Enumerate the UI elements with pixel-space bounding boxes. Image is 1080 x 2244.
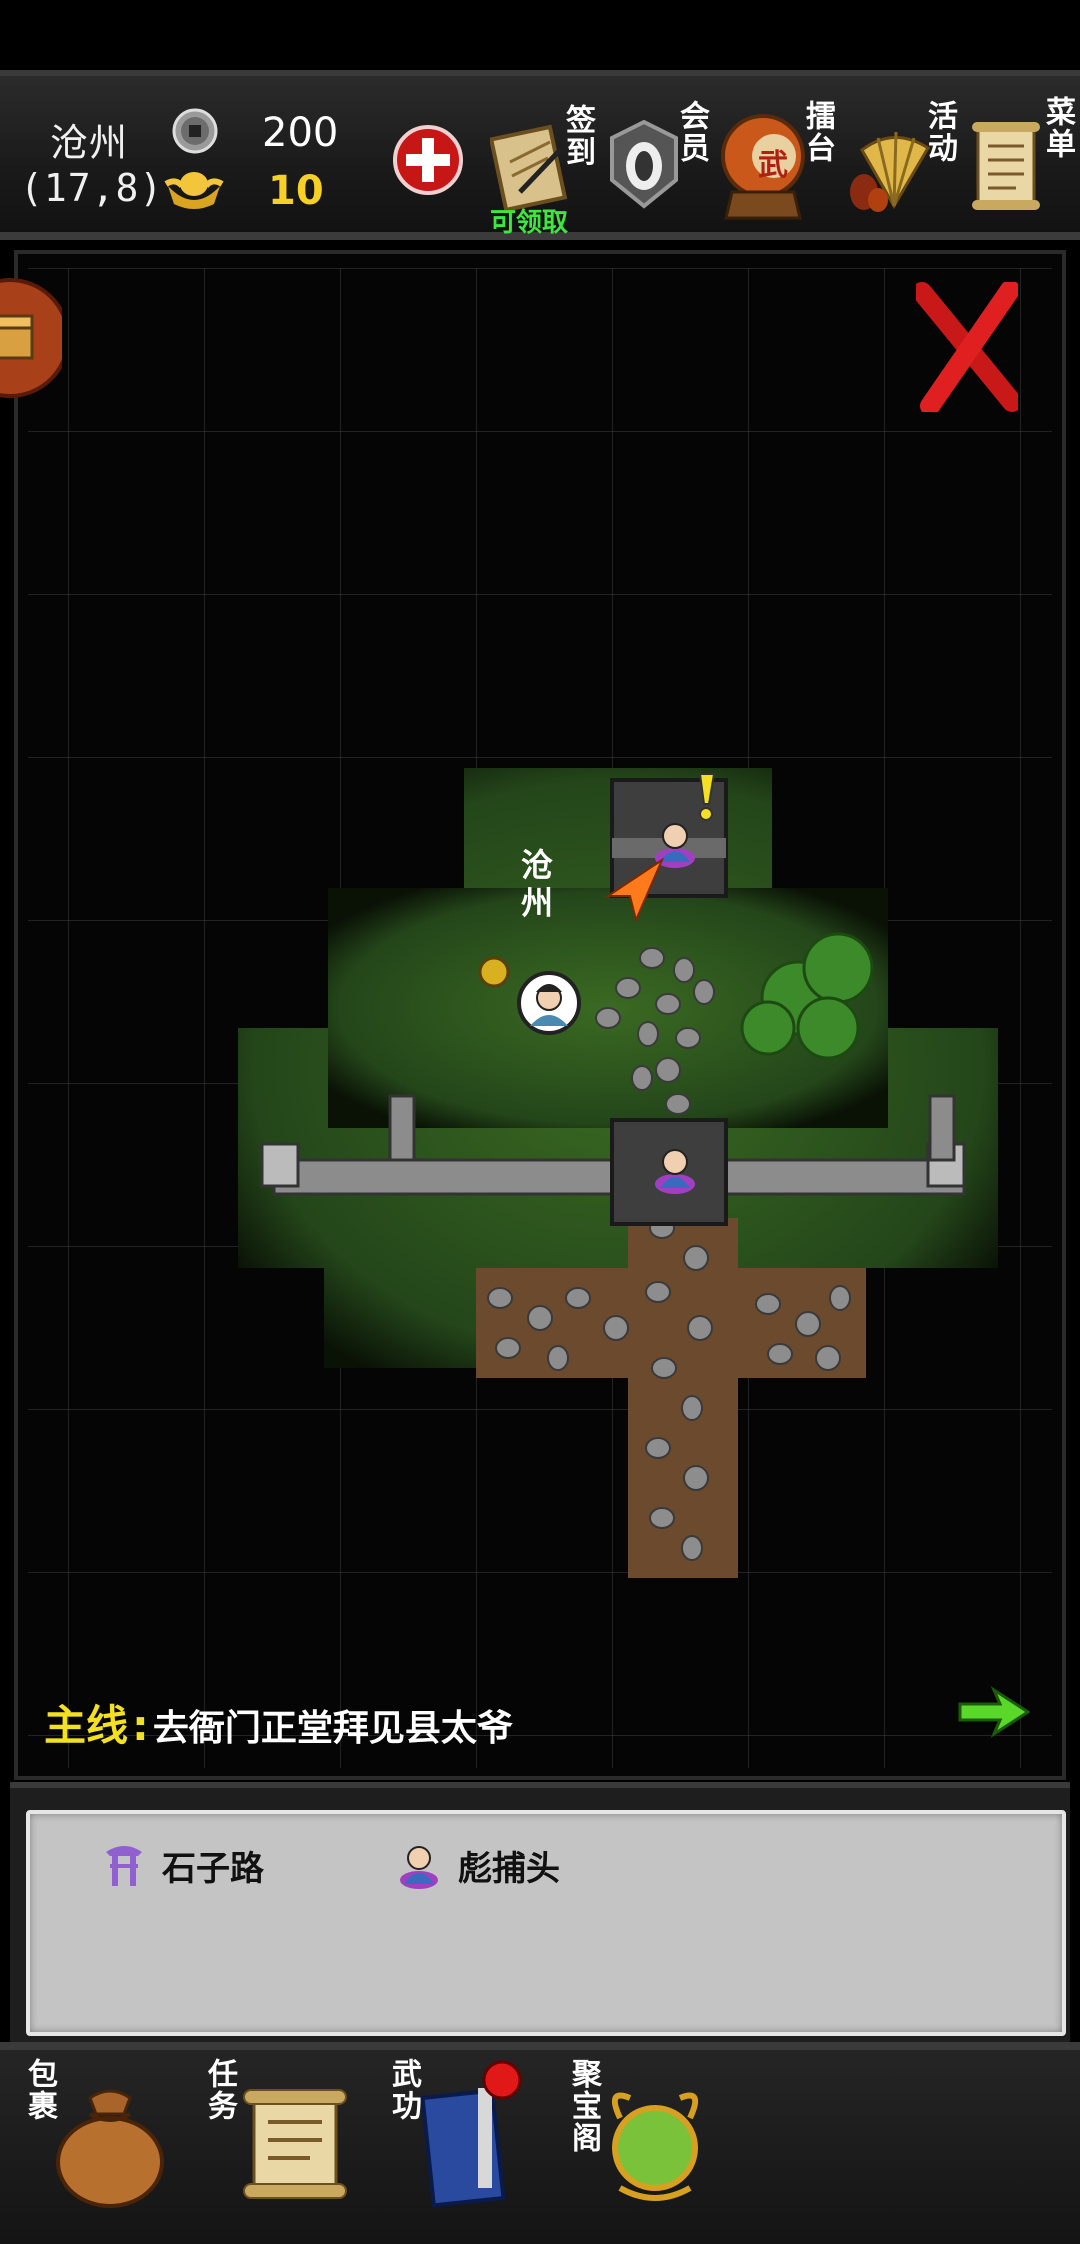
info-item-road-label: 石子路 xyxy=(162,1848,264,1889)
nav-martial-arts-label: 武功 xyxy=(386,2058,421,2122)
book-icon xyxy=(420,2060,522,2208)
arena-label: 擂台 xyxy=(800,100,835,164)
nav-treasure-pavilion-label: 聚宝阁 xyxy=(566,2058,601,2154)
nav-quest-button[interactable]: 任务 xyxy=(200,2058,350,2218)
npc-icon xyxy=(400,1846,438,1889)
copper-coin-count: 200 xyxy=(262,110,339,156)
arena-button[interactable]: 武 擂台 xyxy=(720,100,840,230)
npc-marker-gate[interactable] xyxy=(652,1144,698,1196)
nav-martial-arts-button[interactable]: 武功 xyxy=(384,2050,534,2220)
info-item-npc[interactable]: 彪捕头 xyxy=(398,1840,560,1890)
location-name: 沧州 xyxy=(50,121,129,165)
player-avatar xyxy=(516,970,582,1036)
main-quest-separator: : xyxy=(132,1701,149,1750)
npc-icon xyxy=(655,1149,695,1194)
member-button[interactable]: 会员 xyxy=(604,100,714,220)
arena-emblem: 武 xyxy=(758,148,788,183)
gold-coin xyxy=(478,956,510,988)
map-place-label: 沧州 xyxy=(516,848,554,924)
location-coordinates: (17,8) xyxy=(20,166,164,210)
main-quest-text: 去衙门正堂拜见县太爷 xyxy=(152,1708,513,1749)
checkin-scroll-icon xyxy=(490,124,568,213)
gold-ingot-count: 10 xyxy=(268,168,324,214)
member-badge-icon xyxy=(610,120,678,209)
main-quest-line[interactable]: 主线 : 去衙门正堂拜见县太爷 xyxy=(44,1692,513,1753)
quest-next-button[interactable] xyxy=(958,1686,1031,1738)
main-quest-label: 主线 xyxy=(44,1701,129,1750)
gate-icon xyxy=(106,1846,142,1886)
close-map-button[interactable] xyxy=(912,280,1022,416)
dirt-road-vertical xyxy=(628,1218,738,1578)
menu-label: 菜单 xyxy=(1040,96,1075,160)
bag-icon xyxy=(56,2089,164,2208)
checkin-button[interactable]: 签到 可领取 xyxy=(490,104,610,238)
close-icon xyxy=(912,280,1022,416)
copper-coin-icon xyxy=(172,108,218,154)
member-label: 会员 xyxy=(674,100,709,164)
add-currency-button[interactable] xyxy=(392,124,464,196)
nav-bag-button[interactable]: 包裹 xyxy=(20,2058,164,2218)
treasure-chest-button[interactable] xyxy=(0,276,70,400)
nav-treasure-pavilion-button[interactable]: 聚宝阁 xyxy=(564,2058,714,2218)
scroll-icon xyxy=(243,2089,347,2199)
menu-button[interactable]: 菜单 xyxy=(968,96,1080,226)
menu-scroll-icon xyxy=(972,122,1040,210)
checkin-label: 签到 xyxy=(560,104,595,168)
nav-quest-label: 任务 xyxy=(202,2058,237,2122)
treasure-icon xyxy=(611,2092,699,2201)
quest-exclamation-icon xyxy=(694,772,718,822)
checkin-badge: 可领取 xyxy=(490,208,569,238)
green-arrow-icon xyxy=(958,1686,1031,1738)
status-bar xyxy=(0,0,1080,70)
gold-ingot-icon xyxy=(164,166,224,212)
plus-icon xyxy=(393,125,463,195)
info-item-npc-label: 彪捕头 xyxy=(458,1848,560,1889)
activity-label: 活动 xyxy=(922,100,957,164)
chest-icon xyxy=(0,278,70,398)
direction-arrow-icon xyxy=(604,856,665,924)
info-item-road[interactable]: 石子路 xyxy=(104,1840,264,1890)
activity-button[interactable]: 活动 xyxy=(848,100,958,230)
